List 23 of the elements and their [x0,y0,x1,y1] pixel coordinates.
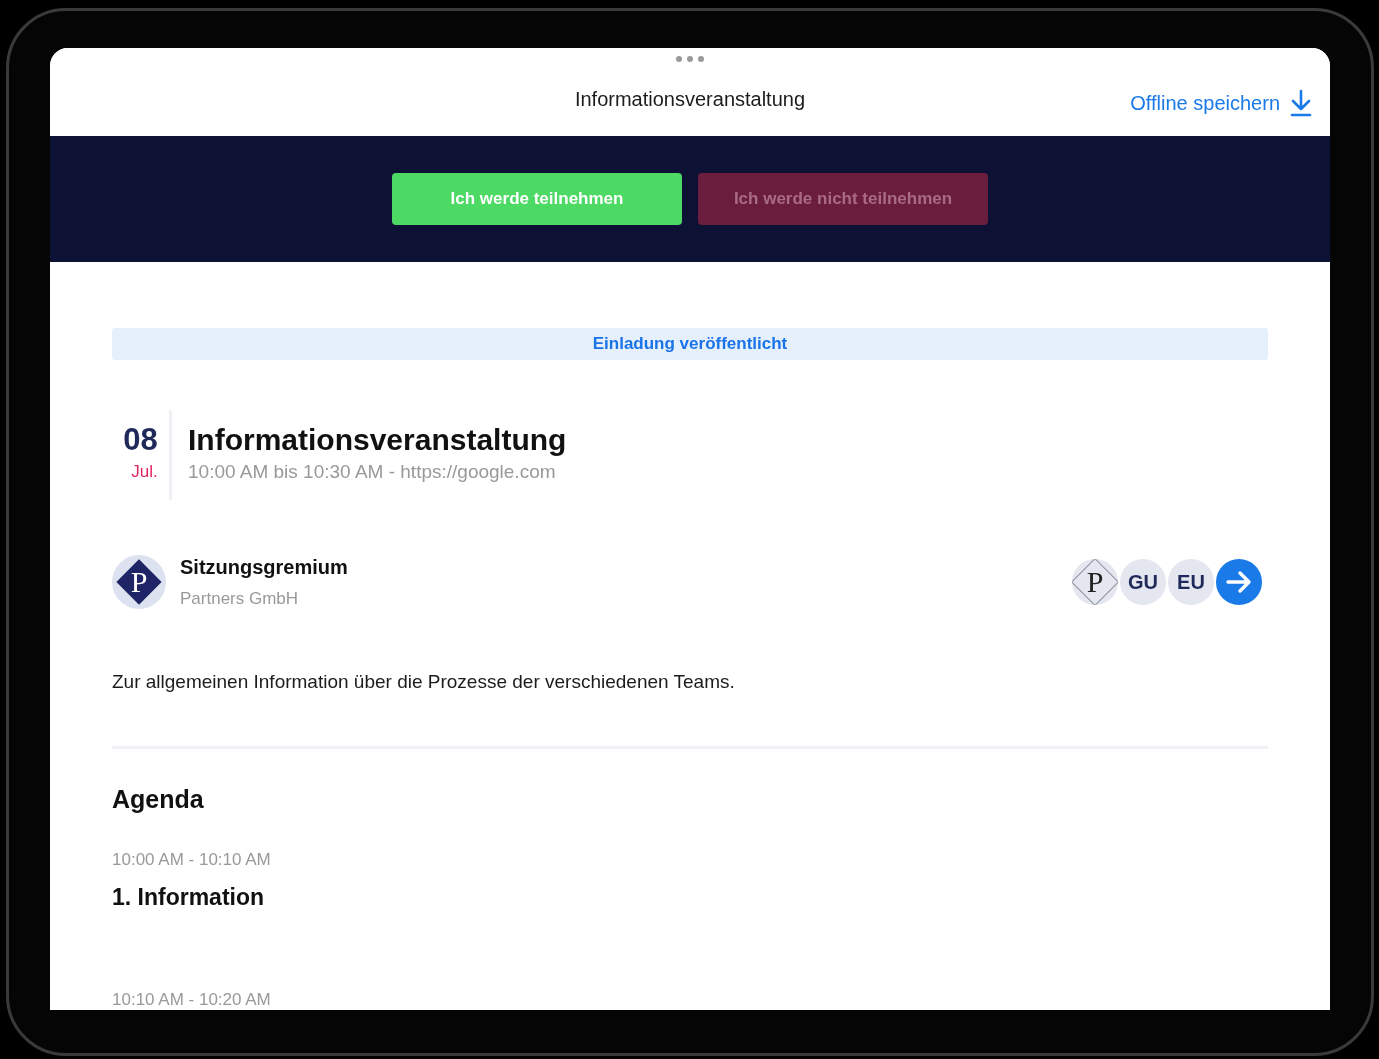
status-banner: Einladung veröffentlicht [112,328,1268,360]
date-day: 08 [123,424,158,455]
download-icon [1290,89,1312,117]
event-description: Zur allgemeinen Information über die Prozesse der verschiedenen Teams. [112,669,736,694]
organizer-company: Partners GmbH [180,588,300,610]
agenda-item-title: 1. Information [112,883,266,912]
agenda-heading: Agenda [112,784,205,815]
organizer-logo: P [112,554,166,609]
participant-avatar: GU [1118,556,1168,607]
offline-save-button[interactable]: Offline speichern [1130,88,1312,118]
agenda-time: 10:00 AM - 10:10 AM [112,848,272,871]
rsvp-button[interactable]: Ich werde nicht teilnehmen [698,173,988,225]
date-month: Jul. [131,461,158,483]
organizer-name: Sitzungsgremium [180,555,348,580]
window-title: Informationsveranstaltung [574,87,806,112]
agenda-time: 10:10 AM - 10:20 AM [112,988,272,1010]
event-title: Informationsveranstaltung [188,422,567,458]
arrow-right-icon [1226,569,1252,594]
participant-avatar: EU [1166,556,1216,607]
participant-avatar: P [1070,556,1120,607]
event-time: 10:00 AM bis 10:30 AM - https://google.com [188,460,557,484]
more-icon [676,56,704,62]
rsvp-button[interactable]: Ich werde teilnehmen [392,173,682,225]
